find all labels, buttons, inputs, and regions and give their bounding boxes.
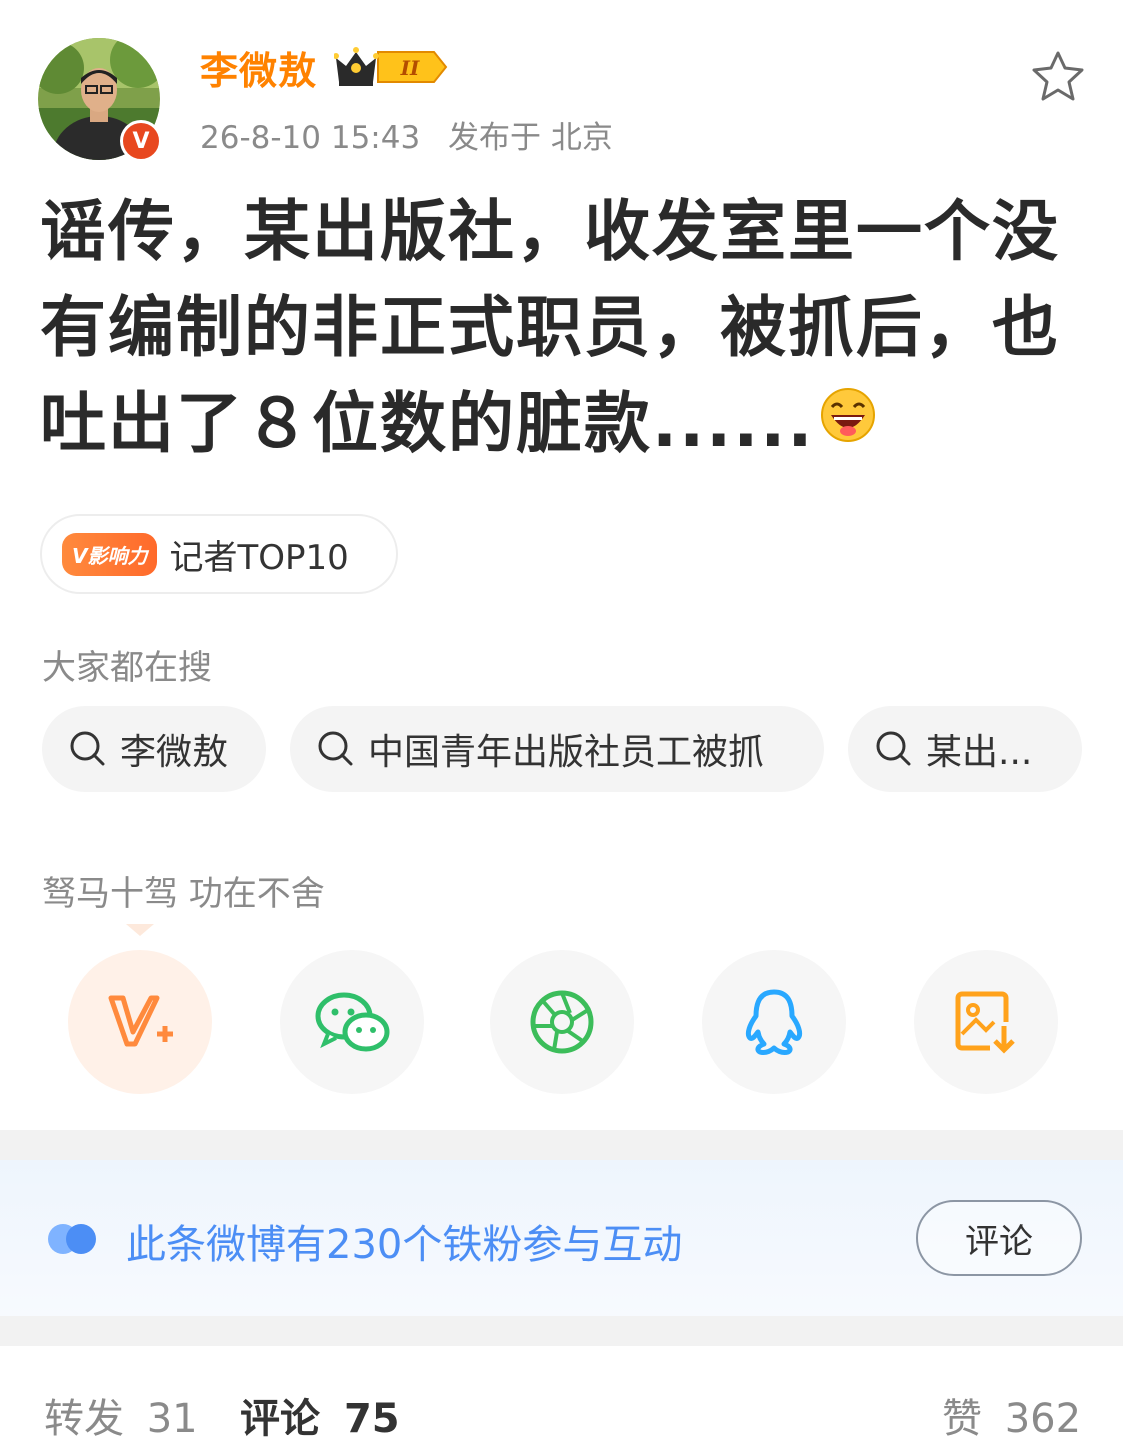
iron-fans-icon <box>46 1222 100 1260</box>
share-save-image-button[interactable] <box>914 950 1058 1094</box>
section-divider <box>0 1130 1123 1160</box>
share-qq-button[interactable] <box>702 950 846 1094</box>
like-stat[interactable]: 赞 362 <box>942 1386 1081 1444</box>
search-icon <box>70 731 105 766</box>
moments-icon <box>530 990 594 1054</box>
share-wechat-button[interactable] <box>280 950 424 1094</box>
comment-count: 75 <box>343 1396 400 1442</box>
repost-count: 31 <box>146 1396 198 1442</box>
verified-badge: V <box>120 120 162 162</box>
comment-label: 评论 <box>240 1396 320 1442</box>
section-divider <box>0 1316 1123 1346</box>
search-suggestion-label: 中国青年出版社员工被抓 <box>368 732 765 773</box>
influence-badge: V影响力 <box>62 532 158 576</box>
post-time: 26-8-10 15:43 <box>200 120 421 156</box>
qq-icon <box>745 989 803 1055</box>
search-suggestion-label: 某出... <box>926 732 1033 773</box>
laughing-emoji-icon <box>820 373 876 469</box>
post-text: 谣传，某出版社，收发室里一个没有编制的非正式职员，被抓后，也吐出了８位数的脏款.… <box>40 184 1090 472</box>
comment-button[interactable]: 评论 <box>916 1200 1082 1276</box>
crown-level-badge[interactable]: II <box>333 44 450 94</box>
share-pointer <box>126 924 154 936</box>
search-suggestion[interactable]: 中国青年出版社员工被抓 <box>290 706 824 792</box>
search-icon <box>318 731 353 766</box>
search-section-title: 大家都在搜 <box>42 648 212 688</box>
repost-stat[interactable]: 转发 31 <box>44 1386 198 1444</box>
like-count: 362 <box>1004 1396 1082 1442</box>
search-suggestion-label: 李微敖 <box>120 732 229 773</box>
favorite-star-icon[interactable] <box>1030 50 1086 106</box>
comment-stat[interactable]: 评论 75 <box>240 1386 400 1444</box>
level-badge-text: II <box>400 56 420 80</box>
search-icon <box>876 731 911 766</box>
influence-tag[interactable]: V影响力 记者TOP10 <box>40 514 398 594</box>
save-image-icon <box>955 991 1015 1054</box>
wechat-icon <box>315 992 390 1052</box>
search-suggestion[interactable]: 某出... <box>848 706 1082 792</box>
post-meta: 26-8-10 15:43 发布于 北京 <box>200 112 613 157</box>
post-body: 谣传，某出版社，收发室里一个没有编制的非正式职员，被抓后，也吐出了８位数的脏款.… <box>40 193 1060 462</box>
username[interactable]: 李微敖 <box>200 40 317 95</box>
share-section-title: 驽马十驾 功在不舍 <box>42 874 325 914</box>
repost-label: 转发 <box>44 1396 124 1442</box>
like-label: 赞 <box>942 1396 982 1442</box>
search-suggestion[interactable]: 李微敖 <box>42 706 266 792</box>
post-location: 发布于 北京 <box>448 120 613 156</box>
share-moments-button[interactable] <box>490 950 634 1094</box>
v-plus-icon <box>108 995 173 1047</box>
fan-interaction-text: 此条微博有230个铁粉参与互动 <box>126 1222 683 1268</box>
influence-label: 记者TOP10 <box>169 537 349 578</box>
share-v-plus-button[interactable] <box>68 950 212 1094</box>
